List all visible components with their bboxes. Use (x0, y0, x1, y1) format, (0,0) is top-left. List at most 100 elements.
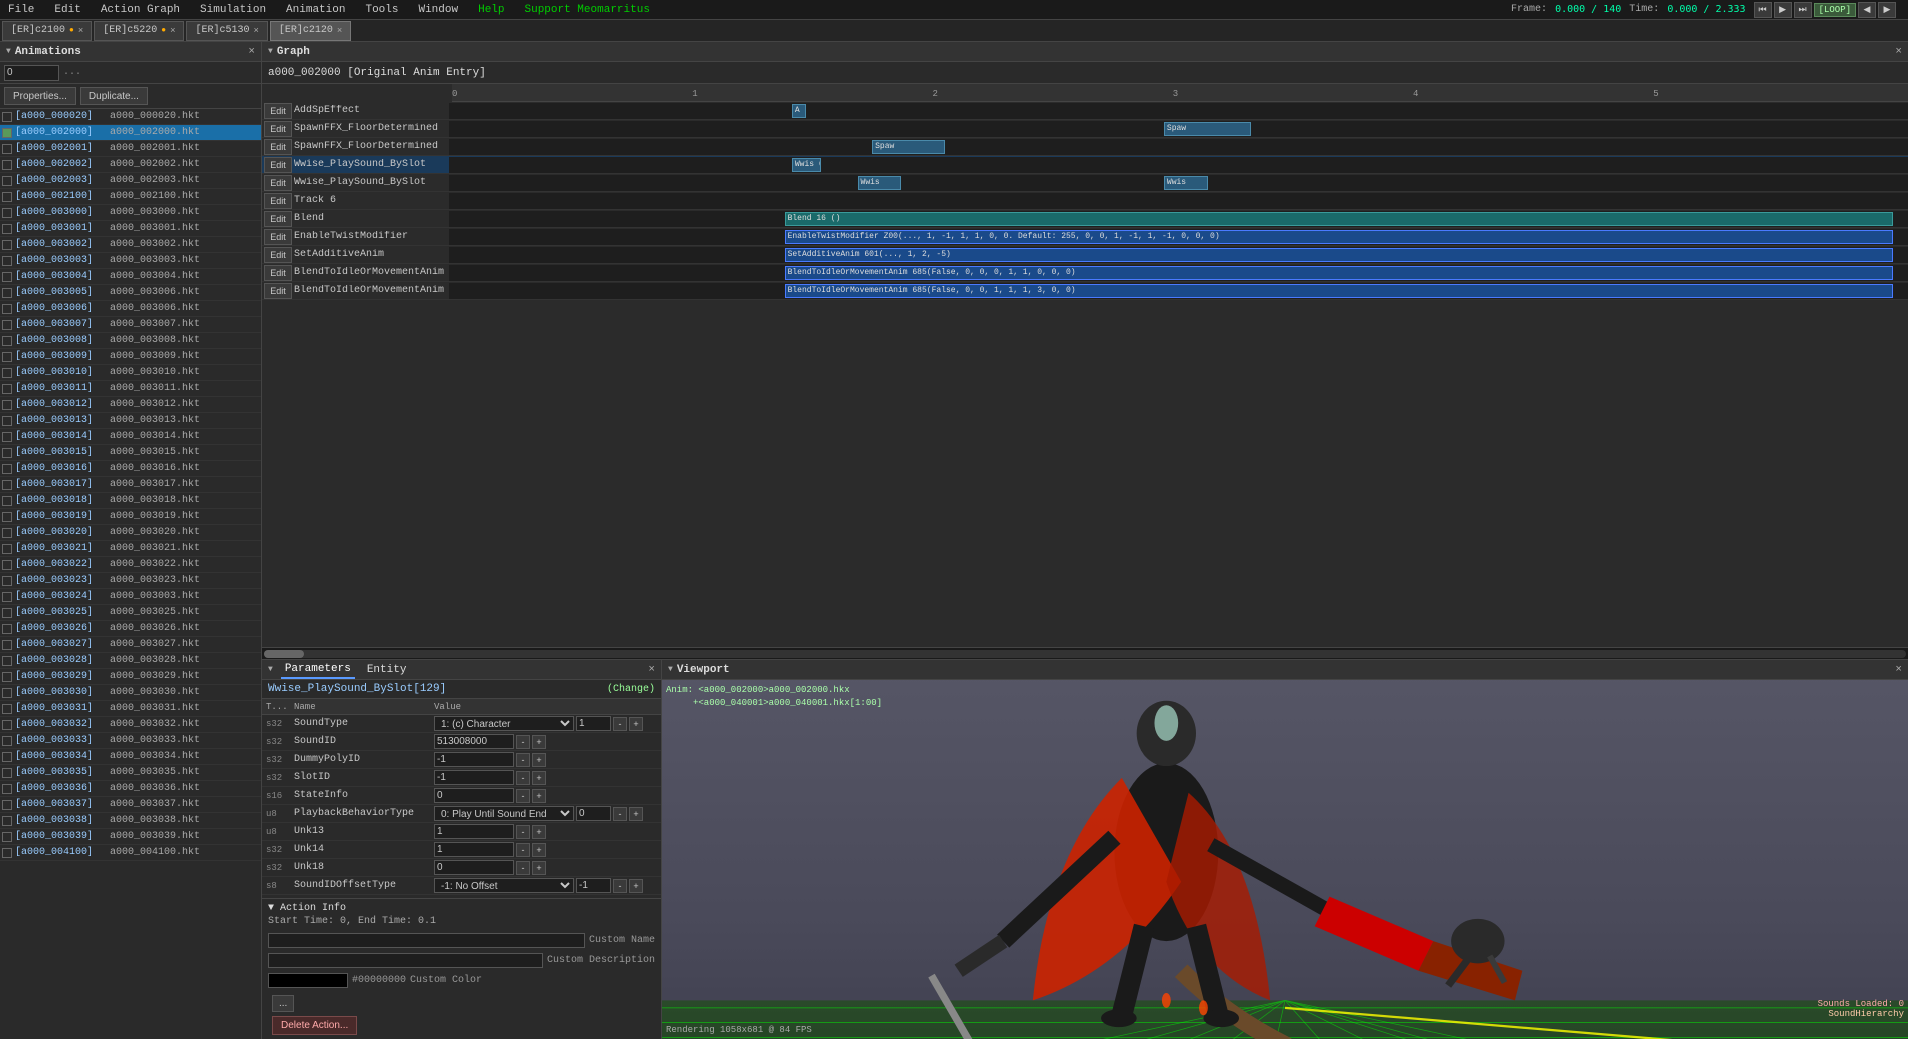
param-minus-btn[interactable]: - (516, 861, 530, 875)
anim-list-item[interactable]: [a000_003017] a000_003017.hkt (0, 477, 261, 493)
anim-checkbox[interactable] (2, 384, 12, 394)
anim-checkbox[interactable] (2, 272, 12, 282)
menu-tools[interactable]: Tools (361, 2, 402, 18)
anim-checkbox[interactable] (2, 144, 12, 154)
properties-btn[interactable]: Properties... (4, 87, 76, 105)
anim-list-item[interactable]: [a000_003009] a000_003009.hkt (0, 349, 261, 365)
anim-checkbox[interactable] (2, 768, 12, 778)
menu-action-graph[interactable]: Action Graph (97, 2, 184, 18)
anim-checkbox[interactable] (2, 368, 12, 378)
track-edit-btn[interactable]: Edit (264, 121, 292, 137)
timeline-block[interactable]: Wwis 6 (792, 158, 821, 172)
anim-checkbox[interactable] (2, 720, 12, 730)
anim-list-item[interactable]: [a000_002100] a000_002100.hkt (0, 189, 261, 205)
param-input[interactable] (434, 824, 514, 839)
anim-checkbox[interactable] (2, 128, 12, 138)
anim-list-item[interactable]: [a000_003020] a000_003020.hkt (0, 525, 261, 541)
anim-checkbox[interactable] (2, 160, 12, 170)
anim-checkbox[interactable] (2, 448, 12, 458)
timeline-block[interactable]: Blend 16 () (785, 212, 1894, 226)
anim-checkbox[interactable] (2, 528, 12, 538)
anim-list-item[interactable]: [a000_003011] a000_003011.hkt (0, 381, 261, 397)
anim-list-item[interactable]: [a000_003004] a000_003004.hkt (0, 269, 261, 285)
track-edit-btn[interactable]: Edit (264, 229, 292, 245)
anim-checkbox[interactable] (2, 816, 12, 826)
anim-checkbox[interactable] (2, 576, 12, 586)
anim-list-item[interactable]: [a000_003019] a000_003019.hkt (0, 509, 261, 525)
anim-checkbox[interactable] (2, 640, 12, 650)
anim-checkbox[interactable] (2, 112, 12, 122)
param-minus-btn[interactable]: - (613, 807, 627, 821)
anim-list-item[interactable]: [a000_003003] a000_003003.hkt (0, 253, 261, 269)
anim-list-item[interactable]: [a000_003038] a000_003038.hkt (0, 813, 261, 829)
param-dropdown[interactable]: 0: Play Until Sound End (434, 806, 574, 821)
anim-list-item[interactable]: [a000_003035] a000_003035.hkt (0, 765, 261, 781)
color-swatch[interactable] (268, 973, 348, 988)
timeline-block[interactable]: BlendToIdleOrMovementAnim 685(False, 0, … (785, 266, 1894, 280)
param-plus-btn[interactable]: + (532, 735, 546, 749)
viewport-canvas[interactable]: Anim: <a000_002000>a000_002000.hkx +<a00… (662, 680, 1908, 1039)
timeline-track-row[interactable]: EditBlendBlend 16 () (262, 210, 1908, 228)
anim-checkbox[interactable] (2, 464, 12, 474)
anim-checkbox[interactable] (2, 704, 12, 714)
anim-list-item[interactable]: [a000_003015] a000_003015.hkt (0, 445, 261, 461)
tab-close-btn[interactable]: × (170, 26, 175, 36)
timeline-block[interactable]: SetAdditiveAnim 601(..., 1, 2, -5) (785, 248, 1894, 262)
param-input[interactable] (434, 860, 514, 875)
anim-checkbox[interactable] (2, 848, 12, 858)
param-plus-btn[interactable]: + (532, 825, 546, 839)
anim-checkbox[interactable] (2, 496, 12, 506)
anim-checkbox[interactable] (2, 560, 12, 570)
anim-checkbox[interactable] (2, 304, 12, 314)
anim-list-item[interactable]: [a000_003032] a000_003032.hkt (0, 717, 261, 733)
anim-checkbox[interactable] (2, 544, 12, 554)
param-input[interactable] (434, 752, 514, 767)
track-edit-btn[interactable]: Edit (264, 193, 292, 209)
anim-list-item[interactable]: [a000_003026] a000_003026.hkt (0, 621, 261, 637)
prev-frame-btn[interactable]: ⏮ (1754, 2, 1772, 18)
anim-checkbox[interactable] (2, 400, 12, 410)
anim-list-item[interactable]: [a000_000020] a000_000020.hkt (0, 109, 261, 125)
params-tab-parameters[interactable]: Parameters (281, 661, 355, 679)
timeline-track-row[interactable]: EditWwise_PlaySound_BySlotWwisWwis (262, 174, 1908, 192)
menu-file[interactable]: File (4, 2, 38, 18)
anim-list-item[interactable]: [a000_003013] a000_003013.hkt (0, 413, 261, 429)
param-minus-btn[interactable]: - (613, 717, 627, 731)
anim-list-item[interactable]: [a000_003006] a000_003006.hkt (0, 301, 261, 317)
param-minus-btn[interactable]: - (516, 771, 530, 785)
scrollbar-thumb[interactable] (264, 650, 304, 658)
anim-checkbox[interactable] (2, 352, 12, 362)
play-btn[interactable]: ▶ (1774, 2, 1792, 18)
anim-checkbox[interactable] (2, 736, 12, 746)
tab-close-btn[interactable]: × (253, 26, 258, 36)
param-plus-btn[interactable]: + (629, 807, 643, 821)
anim-checkbox[interactable] (2, 656, 12, 666)
track-edit-btn[interactable]: Edit (264, 139, 292, 155)
increase-btn[interactable]: ▶ (1878, 2, 1896, 18)
params-tab-entity[interactable]: Entity (363, 662, 411, 678)
anim-list-item[interactable]: [a000_003031] a000_003031.hkt (0, 701, 261, 717)
duplicate-btn[interactable]: Duplicate... (80, 87, 148, 105)
param-input[interactable] (576, 806, 611, 821)
anim-checkbox[interactable] (2, 240, 12, 250)
timeline-block[interactable]: Wwis (858, 176, 902, 190)
custom-name-input[interactable] (268, 933, 585, 948)
timeline-track-row[interactable]: EditBlendToIdleOrMovementAnimBlendToIdle… (262, 282, 1908, 300)
timeline-block[interactable]: BlendToIdleOrMovementAnim 685(False, 0, … (785, 284, 1894, 298)
anim-checkbox[interactable] (2, 320, 12, 330)
anim-list-item[interactable]: [a000_003001] a000_003001.hkt (0, 221, 261, 237)
anim-checkbox[interactable] (2, 688, 12, 698)
track-edit-btn[interactable]: Edit (264, 211, 292, 227)
menu-support[interactable]: Support Meomarritus (521, 2, 654, 18)
track-edit-btn[interactable]: Edit (264, 157, 292, 173)
track-edit-btn[interactable]: Edit (264, 247, 292, 263)
param-dropdown[interactable]: -1: No Offset (434, 878, 574, 893)
timeline-block[interactable]: Spaw (872, 140, 945, 154)
menu-help[interactable]: Help (474, 2, 508, 18)
param-input[interactable] (434, 770, 514, 785)
param-minus-btn[interactable]: - (516, 789, 530, 803)
anim-list-item[interactable]: [a000_003024] a000_003003.hkt (0, 589, 261, 605)
timeline-track-row[interactable]: EditSpawnFFX_FloorDeterminedSpaw (262, 138, 1908, 156)
timeline-block[interactable]: EnableTwistModifier Z00(..., 1, -1, 1, 1… (785, 230, 1894, 244)
anim-checkbox[interactable] (2, 208, 12, 218)
